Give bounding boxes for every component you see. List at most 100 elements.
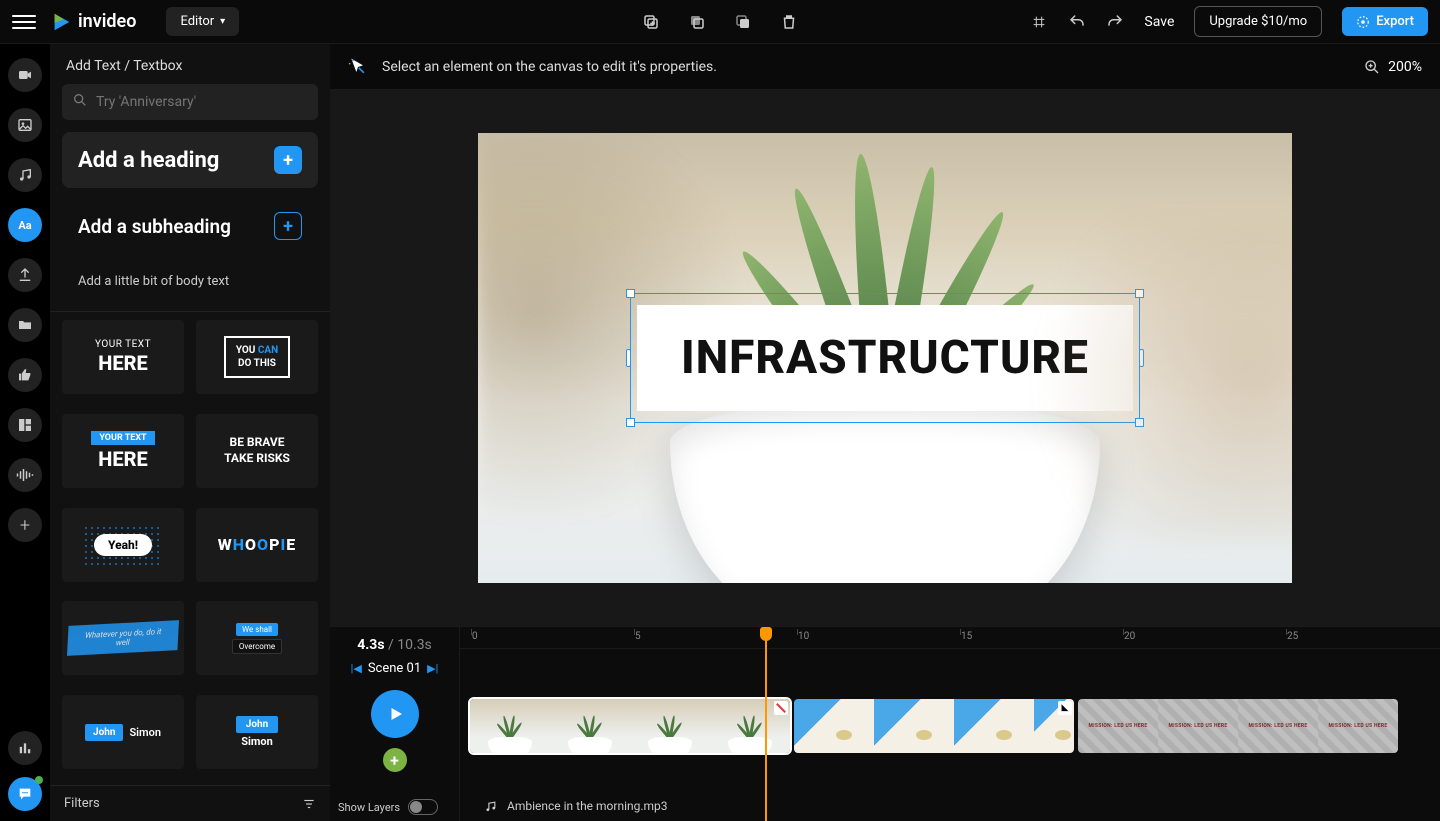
text-template[interactable]: YOUR TEXTHERE [62, 320, 184, 394]
rail-text-icon[interactable]: Aa [8, 208, 42, 242]
undo-icon[interactable] [1068, 13, 1086, 31]
redo-icon[interactable] [1106, 13, 1124, 31]
search-input[interactable] [62, 84, 318, 120]
timeline-track-area[interactable]: 0 5 10 15 20 25 [460, 627, 1440, 821]
timeline-ruler[interactable]: 0 5 10 15 20 25 [460, 627, 1440, 649]
zoom-icon [1364, 59, 1380, 75]
rail-add-icon[interactable]: + [8, 508, 42, 542]
timeline-controls: 4.3s / 10.3s |◀ Scene 01 ▶| + Show Layer… [330, 627, 460, 821]
transition-none-icon[interactable] [774, 701, 788, 715]
editor-dropdown[interactable]: Editor ▾ [166, 7, 239, 36]
grid-icon[interactable] [1030, 13, 1048, 31]
text-template[interactable]: YOUR TEXTHERE [62, 414, 184, 488]
scene-navigator: |◀ Scene 01 ▶| [351, 661, 439, 676]
brand-logo[interactable]: invideo [50, 11, 136, 33]
canvas-toolbar: Select an element on the canvas to edit … [330, 44, 1440, 90]
text-templates-grid: YOUR TEXTHERE YOU CANDO THIS YOUR TEXTHE… [50, 311, 330, 785]
transition-icon[interactable] [1058, 701, 1072, 715]
rail-like-icon[interactable] [8, 358, 42, 392]
scene-label: Scene 01 [368, 661, 421, 676]
duplicate-icon[interactable] [641, 12, 661, 32]
audio-track[interactable]: Ambience in the morning.mp3 [484, 799, 668, 813]
rail-image-icon[interactable] [8, 108, 42, 142]
brand-name: invideo [78, 11, 136, 32]
resize-handle[interactable] [626, 418, 635, 427]
rail-chat-icon[interactable] [8, 777, 42, 811]
text-template[interactable]: WHOOPIE [196, 508, 318, 582]
ruler-tick: 20 [1124, 631, 1135, 642]
add-body-option[interactable]: Add a little bit of body text [62, 264, 318, 307]
audio-filename: Ambience in the morning.mp3 [507, 799, 668, 813]
add-heading-option[interactable]: Add a heading + [62, 132, 318, 188]
upgrade-button[interactable]: Upgrade $10/mo [1194, 6, 1322, 37]
text-template[interactable]: Yeah! [62, 508, 184, 582]
canvas-stage[interactable]: INFRASTRUCTURE [330, 90, 1440, 626]
layer-back-icon[interactable] [687, 12, 707, 32]
time-display: 4.3s / 10.3s [357, 637, 432, 653]
resize-handle[interactable] [626, 349, 631, 367]
text-template[interactable]: JohnSimon [196, 695, 318, 769]
rail-layout-icon[interactable] [8, 408, 42, 442]
filter-icon [302, 797, 316, 811]
resize-handle[interactable] [1135, 289, 1144, 298]
save-button[interactable]: Save [1144, 14, 1174, 30]
export-label: Export [1376, 14, 1414, 29]
ruler-tick: 0 [472, 631, 478, 642]
text-template[interactable]: We shallOvercome [196, 601, 318, 675]
rail-audio-icon[interactable] [8, 458, 42, 492]
layers-toggle[interactable] [408, 799, 438, 815]
heading-label: Add a heading [78, 148, 219, 173]
play-button[interactable] [371, 690, 419, 738]
text-template[interactable]: BE BRAVETAKE RISKS [196, 414, 318, 488]
resize-handle[interactable] [1135, 418, 1144, 427]
next-scene-button[interactable]: ▶| [427, 662, 438, 675]
delete-icon[interactable] [779, 12, 799, 32]
tool-rail: Aa + [0, 44, 50, 821]
canvas-pot-graphic [670, 403, 1100, 583]
timeline-clip[interactable]: MISSION: LED US HERE MISSION: LED US HER… [1078, 699, 1398, 753]
video-track[interactable]: MISSION: LED US HERE MISSION: LED US HER… [470, 699, 1440, 753]
cursor-select-icon [348, 57, 368, 77]
rail-folder-icon[interactable] [8, 308, 42, 342]
ruler-tick: 15 [961, 631, 972, 642]
ruler-tick: 25 [1287, 631, 1298, 642]
zoom-value: 200% [1388, 59, 1422, 75]
search-icon [72, 92, 88, 108]
playhead[interactable] [765, 627, 767, 821]
prev-scene-button[interactable]: |◀ [351, 662, 362, 675]
filters-button[interactable]: Filters [50, 785, 330, 821]
rail-upload-icon[interactable] [8, 258, 42, 292]
text-template[interactable]: Whatever you do, do it well [62, 601, 184, 675]
add-scene-button[interactable]: + [383, 748, 407, 772]
export-icon [1356, 15, 1370, 29]
rail-equalizer-icon[interactable] [8, 731, 42, 765]
rail-video-icon[interactable] [8, 58, 42, 92]
export-button[interactable]: Export [1342, 7, 1428, 36]
resize-handle[interactable] [626, 289, 635, 298]
logo-icon [50, 11, 72, 33]
layer-front-icon[interactable] [733, 12, 753, 32]
rail-music-icon[interactable] [8, 158, 42, 192]
add-heading-plus-icon[interactable]: + [274, 146, 302, 174]
add-subheading-plus-icon[interactable]: + [274, 212, 302, 240]
music-note-icon [484, 800, 497, 813]
editor-label: Editor [180, 14, 214, 29]
timeline-clip[interactable] [470, 699, 790, 753]
chevron-down-icon: ▾ [220, 16, 225, 27]
canvas-text-element[interactable]: INFRASTRUCTURE [637, 305, 1133, 411]
add-subheading-option[interactable]: Add a subheading + [62, 198, 318, 254]
text-template[interactable]: JohnSimon [62, 695, 184, 769]
filters-label: Filters [64, 796, 100, 811]
ruler-tick: 10 [798, 631, 809, 642]
zoom-control[interactable]: 200% [1364, 59, 1422, 75]
menu-button[interactable] [12, 10, 36, 34]
ruler-tick: 5 [635, 631, 641, 642]
panel-title: Add Text / Textbox [50, 44, 330, 84]
subheading-label: Add a subheading [78, 215, 231, 238]
layers-label: Show Layers [338, 801, 400, 814]
resize-handle[interactable] [1139, 349, 1144, 367]
text-template[interactable]: YOU CANDO THIS [196, 320, 318, 394]
timeline-clip[interactable] [794, 699, 1074, 753]
timeline: 4.3s / 10.3s |◀ Scene 01 ▶| + Show Layer… [330, 626, 1440, 821]
canvas[interactable]: INFRASTRUCTURE [478, 133, 1292, 583]
